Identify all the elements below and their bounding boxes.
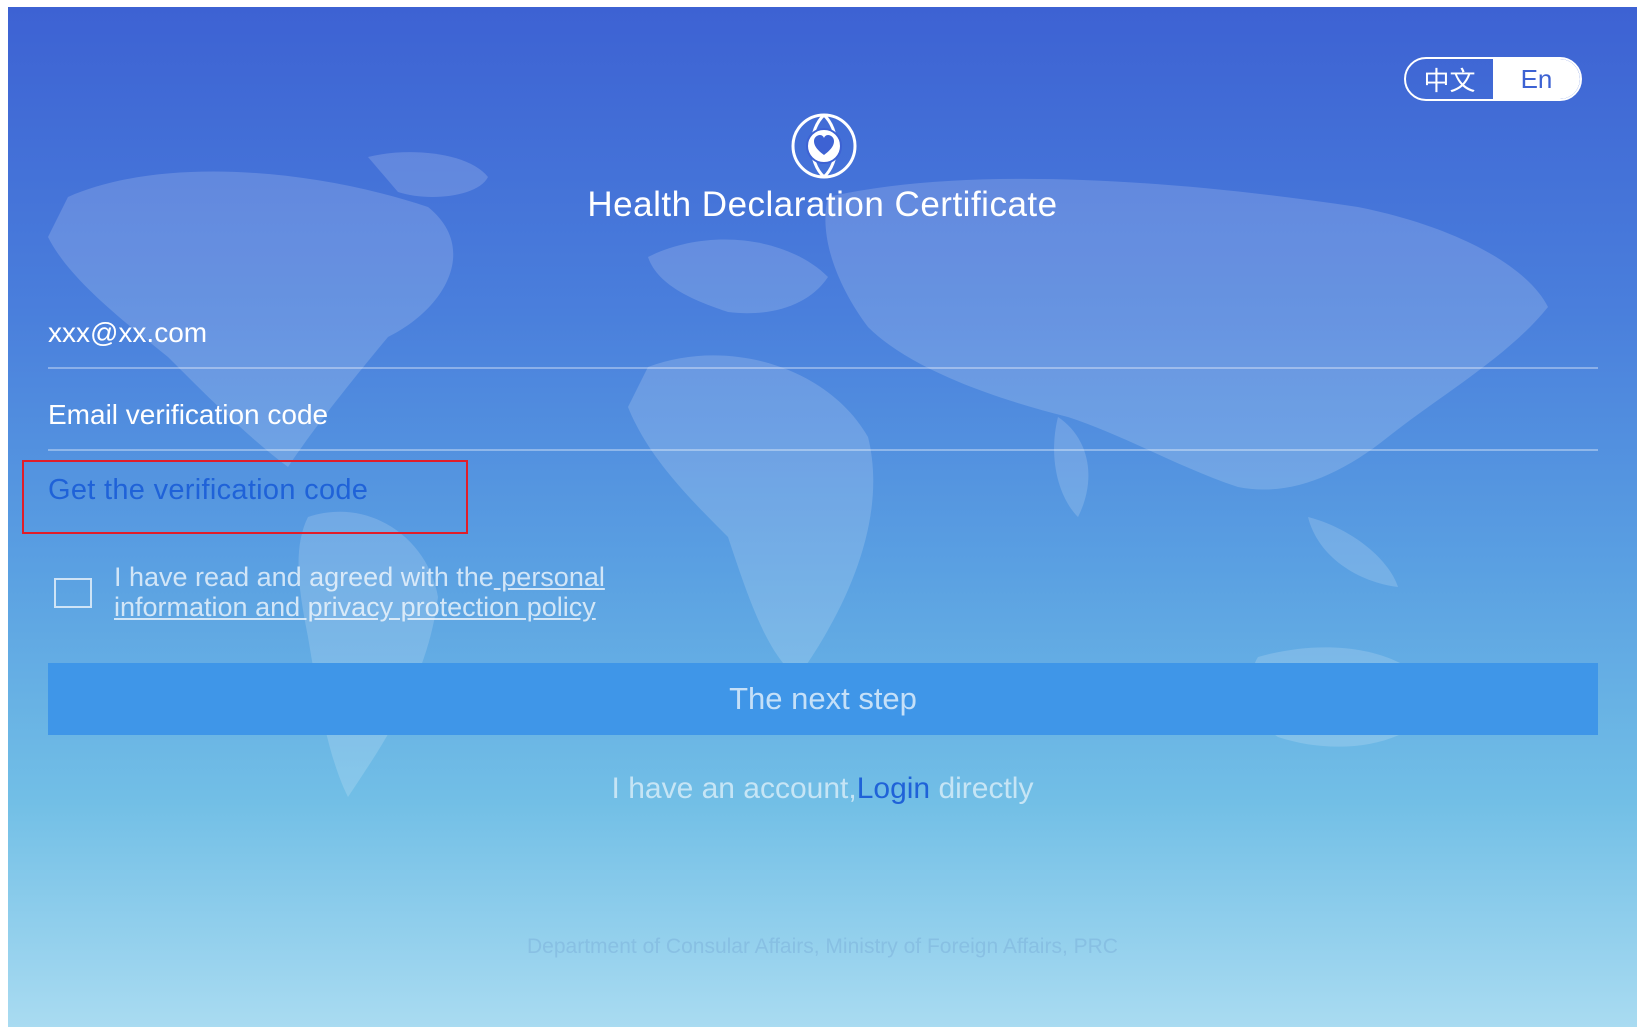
page-title: Health Declaration Certificate xyxy=(587,185,1058,224)
agreement-text: I have read and agreed with the personal… xyxy=(114,562,734,622)
agreement-prefix: I have read and agreed with the xyxy=(114,562,494,592)
verification-code-field[interactable] xyxy=(48,381,1598,451)
verification-code-input[interactable] xyxy=(48,399,1598,431)
login-suffix: directly xyxy=(930,772,1034,805)
login-prefix: I have an account, xyxy=(611,772,857,805)
language-toggle[interactable]: 中文 En xyxy=(1404,57,1582,101)
app-window: 中文 En Health Declaration Certificate Get… xyxy=(8,7,1637,1027)
email-input[interactable] xyxy=(48,317,1598,349)
login-link[interactable]: Login xyxy=(857,772,930,805)
agree-checkbox[interactable] xyxy=(54,578,92,608)
next-step-button[interactable]: The next step xyxy=(48,663,1598,735)
lang-option-english[interactable]: En xyxy=(1493,59,1580,99)
globe-heart-icon xyxy=(791,113,857,179)
lang-option-chinese[interactable]: 中文 xyxy=(1406,59,1493,99)
email-field[interactable] xyxy=(48,299,1598,369)
footer-text: Department of Consular Affairs, Ministry… xyxy=(527,935,1118,958)
login-prompt: I have an account,Login directly xyxy=(8,772,1637,806)
agreement-row: I have read and agreed with the personal… xyxy=(54,562,734,622)
get-verification-code-link[interactable]: Get the verification code xyxy=(48,474,368,507)
